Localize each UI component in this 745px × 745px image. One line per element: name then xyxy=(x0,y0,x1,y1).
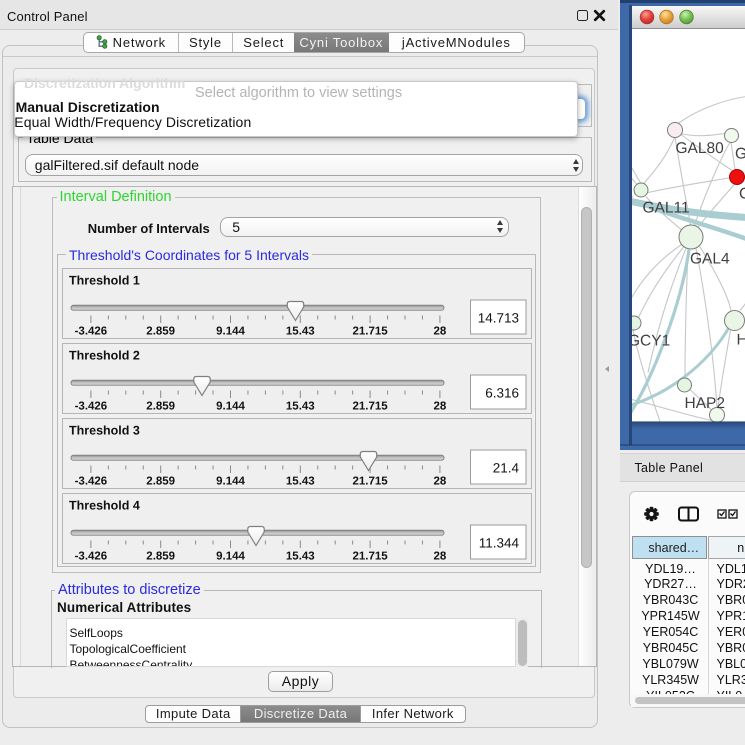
svg-text:14.713: 14.713 xyxy=(478,310,519,325)
svg-text:11.344: 11.344 xyxy=(479,535,520,550)
svg-text:21.715: 21.715 xyxy=(353,475,389,487)
svg-text:2.859: 2.859 xyxy=(146,325,175,337)
svg-text:28: 28 xyxy=(434,550,447,562)
svg-text:GCY1: GCY1 xyxy=(632,332,670,349)
svg-text:21.4: 21.4 xyxy=(493,460,520,475)
svg-text:GAL4: GAL4 xyxy=(690,250,730,267)
svg-text:Threshold 3: Threshold 3 xyxy=(69,423,140,437)
svg-text:9.144: 9.144 xyxy=(216,400,245,412)
svg-text:GA: GA xyxy=(735,145,745,162)
svg-text:2.859: 2.859 xyxy=(146,400,175,412)
svg-text:28: 28 xyxy=(434,325,447,337)
svg-text:C: C xyxy=(739,185,745,202)
svg-text:2.859: 2.859 xyxy=(146,475,175,487)
svg-text:GAL80: GAL80 xyxy=(676,140,725,157)
svg-text:9.144: 9.144 xyxy=(216,475,245,487)
svg-text:9.144: 9.144 xyxy=(216,550,245,562)
svg-text:2.859: 2.859 xyxy=(146,550,175,562)
svg-text:-3.426: -3.426 xyxy=(75,550,108,562)
svg-text:6.316: 6.316 xyxy=(485,385,519,400)
svg-text:15.43: 15.43 xyxy=(286,400,315,412)
svg-text:HI: HI xyxy=(737,331,745,348)
svg-text:-3.426: -3.426 xyxy=(75,400,108,412)
svg-text:21.715: 21.715 xyxy=(353,325,389,337)
svg-text:Threshold 2: Threshold 2 xyxy=(69,348,140,362)
svg-text:-3.426: -3.426 xyxy=(75,475,108,487)
svg-text:GAL11: GAL11 xyxy=(643,199,690,216)
svg-text:21.715: 21.715 xyxy=(353,550,389,562)
svg-text:15.43: 15.43 xyxy=(286,550,315,562)
svg-text:15.43: 15.43 xyxy=(286,325,315,337)
svg-text:15.43: 15.43 xyxy=(286,475,315,487)
svg-text:28: 28 xyxy=(434,400,447,412)
svg-text:-3.426: -3.426 xyxy=(75,325,108,337)
svg-text:21.715: 21.715 xyxy=(353,400,389,412)
svg-text:28: 28 xyxy=(434,475,447,487)
svg-text:Threshold 4: Threshold 4 xyxy=(69,498,140,512)
svg-text:HAP2: HAP2 xyxy=(685,395,726,412)
svg-text:9.144: 9.144 xyxy=(216,325,245,337)
svg-text:Threshold 1: Threshold 1 xyxy=(69,273,140,287)
